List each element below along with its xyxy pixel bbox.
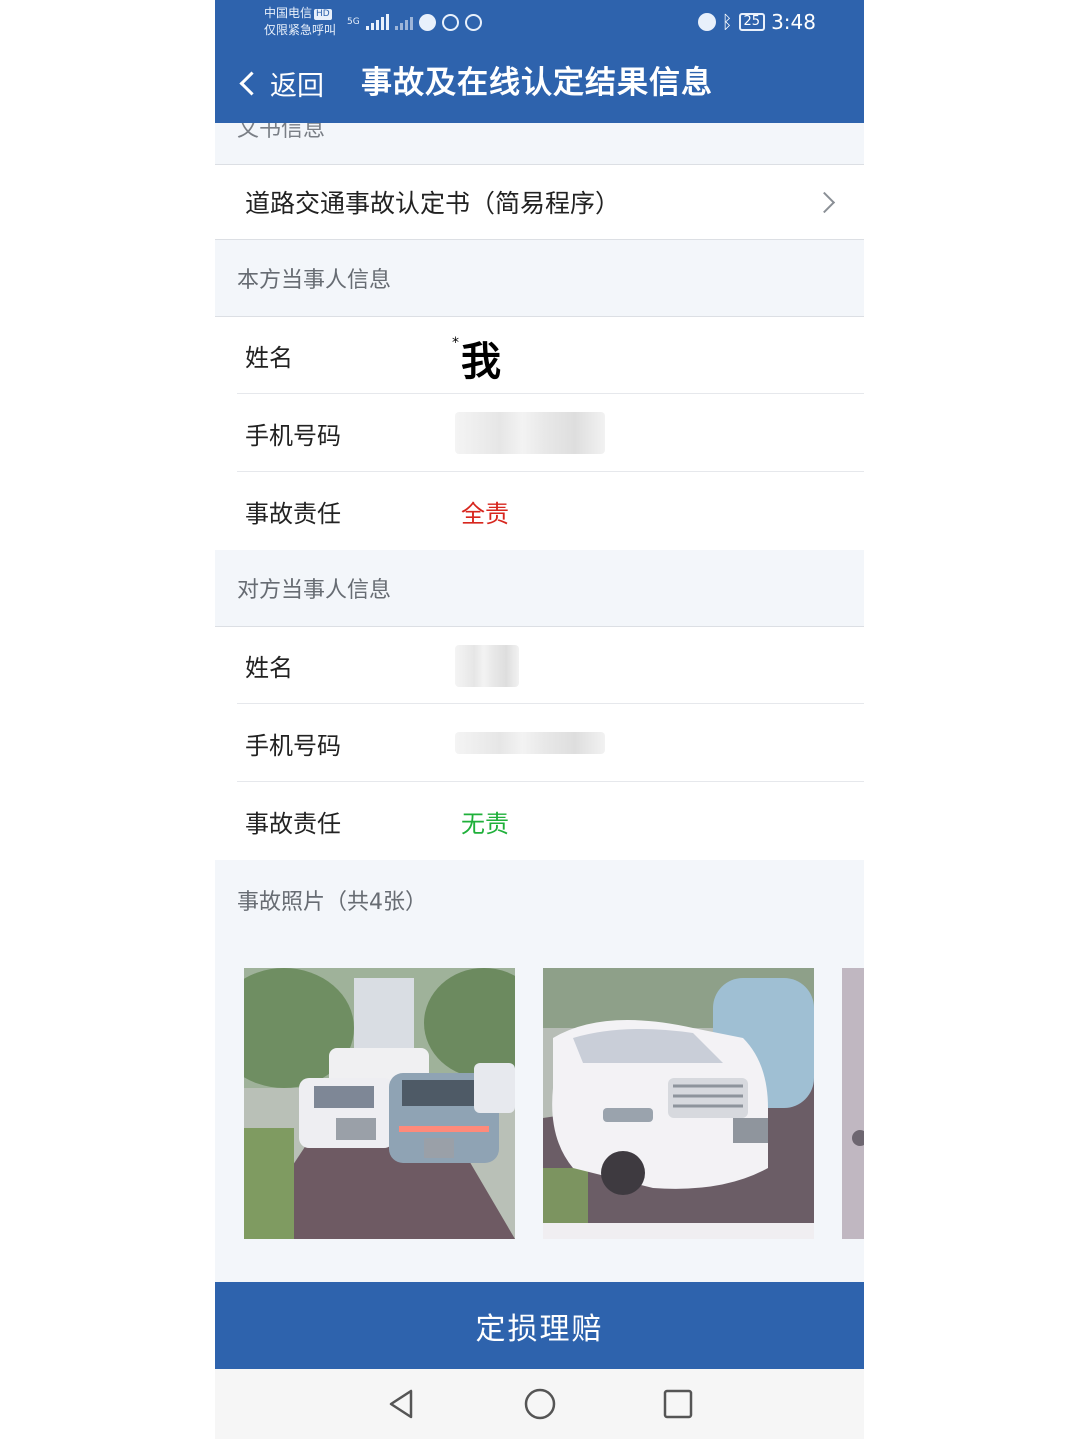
- status-icons-right: ᛒ 25 3:48: [697, 9, 816, 35]
- bluetooth-icon: ᛒ: [721, 11, 733, 33]
- other-party-label: 对方当事人信息: [237, 578, 392, 603]
- photos-label: 事故照片（共4张）: [237, 890, 427, 915]
- status-carrier: 中国电信 HD 仅限紧急呼叫: [264, 5, 336, 39]
- nav-recent-button[interactable]: [661, 1387, 695, 1421]
- circle-home-icon: [524, 1388, 556, 1420]
- own-name-row: 姓名 * 我: [215, 316, 864, 394]
- chevron-right-icon: [813, 191, 836, 213]
- other-responsibility-key: 事故责任: [245, 809, 341, 838]
- back-label: 返回: [270, 70, 324, 102]
- own-name-text: 我: [461, 339, 501, 385]
- other-phone-redacted: [455, 732, 605, 754]
- own-name-value: * 我: [452, 329, 501, 387]
- own-responsibility-key: 事故责任: [245, 499, 341, 528]
- hand-icon: [464, 13, 482, 31]
- accident-photo-1[interactable]: [244, 968, 515, 1239]
- other-name-redacted: [455, 645, 519, 687]
- hd-badge: HD: [314, 9, 332, 20]
- content: 道路交通事故认定书（简易程序） 本方当事人信息 姓名 * 我 手机号码 事故责任 …: [215, 164, 864, 940]
- phone-screen: 中国电信 HD 仅限紧急呼叫 5G ᛒ 25 3:48 返回 事故及在线认定结果信…: [215, 0, 864, 1439]
- status-icons-left: 5G: [347, 10, 482, 34]
- signal-weak-icon: [394, 14, 413, 30]
- own-name-key: 姓名: [245, 344, 293, 372]
- system-nav-bar: [215, 1369, 864, 1439]
- claim-button[interactable]: 定损理赔: [215, 1282, 864, 1369]
- nav-back-button[interactable]: [384, 1387, 418, 1421]
- document-section-header: 文书信息: [215, 123, 864, 164]
- own-phone-redacted: [455, 412, 605, 454]
- accident-photo-3[interactable]: [842, 968, 864, 1239]
- triangle-back-icon: [389, 1389, 413, 1419]
- own-party-header: 本方当事人信息: [215, 240, 864, 316]
- top-bar: 中国电信 HD 仅限紧急呼叫 5G ᛒ 25 3:48 返回 事故及在线认定结果信…: [215, 0, 864, 123]
- own-responsibility-value: 全责: [461, 499, 509, 528]
- battery-icon: 25: [738, 13, 766, 31]
- other-responsibility-value: 无责: [461, 809, 509, 838]
- clock: 3:48: [771, 10, 816, 34]
- other-party-header: 对方当事人信息: [215, 550, 864, 626]
- carrier-name: 中国电信: [264, 6, 313, 20]
- emergency-text: 仅限紧急呼叫: [264, 23, 337, 37]
- photo-strip[interactable]: [215, 968, 864, 1240]
- own-responsibility-row: 事故责任 全责: [215, 472, 864, 550]
- photos-header: 事故照片（共4张）: [215, 860, 864, 940]
- globe-icon: [441, 13, 459, 31]
- network-type: 5G: [347, 16, 360, 27]
- document-item[interactable]: 道路交通事故认定书（简易程序）: [215, 164, 864, 240]
- other-phone-key: 手机号码: [245, 731, 341, 760]
- signal-icon: [365, 14, 389, 30]
- own-phone-key: 手机号码: [245, 421, 341, 450]
- page-title: 事故及在线认定结果信息: [361, 65, 713, 101]
- square-recent-icon: [663, 1389, 693, 1419]
- other-name-row: 姓名: [215, 626, 864, 704]
- document-section-label: 文书信息: [237, 123, 326, 142]
- own-party-label: 本方当事人信息: [237, 268, 392, 293]
- back-button[interactable]: 返回: [235, 62, 324, 104]
- own-name-prefix: *: [452, 335, 459, 351]
- document-item-label: 道路交通事故认定书（简易程序）: [245, 189, 621, 218]
- own-phone-row: 手机号码: [215, 394, 864, 472]
- alarm-icon: [697, 13, 716, 31]
- nav-home-button[interactable]: [523, 1387, 557, 1421]
- other-name-key: 姓名: [245, 654, 293, 682]
- accident-photo-2[interactable]: [543, 968, 814, 1239]
- other-phone-row: 手机号码: [215, 704, 864, 782]
- message-icon: [418, 13, 436, 31]
- chevron-left-icon: [239, 70, 264, 96]
- other-responsibility-row: 事故责任 无责: [215, 782, 864, 860]
